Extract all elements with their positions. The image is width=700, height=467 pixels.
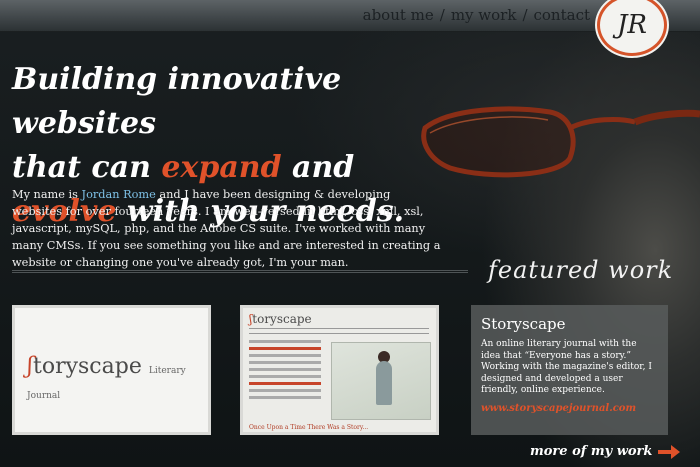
nav-my-work-link[interactable]: my work [451,6,517,24]
site-nav-bar [249,328,429,334]
storyscape-brand: ʃtoryscape Literary Journal [27,354,208,404]
project-title: Storyscape [481,315,566,333]
more-link-label: more of my work [530,444,653,459]
hero-line-1: Building innovative websites [12,62,342,141]
nav-contact-link[interactable]: contact [534,6,591,24]
project-info-panel: Storyscape An online literary journal wi… [471,305,668,435]
intro-name-link[interactable]: Jordan Rome [82,188,156,201]
project-description: An online literary journal with the idea… [481,339,652,395]
site-brand: ʃtoryscape [249,312,312,326]
storyscape-logo-thumbnail[interactable]: ʃtoryscape Literary Journal [12,305,211,435]
more-of-my-work-link[interactable]: more of my work [530,444,681,459]
intro-pre: My name is [12,188,82,201]
figure-body [376,361,392,405]
brand-text: toryscape [32,354,142,379]
site-contents-list [249,340,321,403]
nav-separator: / [439,6,445,24]
featured-work-heading: featured work [488,256,674,284]
hero-highlight-expand: expand [161,150,282,185]
site-caption: Once Upon a Time There Was a Story... [249,424,369,431]
site-illustration [331,342,431,420]
nav-about-me-link[interactable]: about me [363,6,434,24]
nav-links: about me / my work / contact [363,6,590,24]
storyscape-site-screenshot-thumbnail[interactable]: ʃtoryscape Once Upon a Time There Was a … [240,305,439,435]
logo-text: JR [617,10,647,40]
arrow-right-icon [658,444,681,459]
section-divider [12,270,468,273]
top-navigation-bar: about me / my work / contact [0,0,700,32]
nav-separator: / [522,6,528,24]
hero-line-2-pre: that can [12,150,162,185]
hero-line-2-post: and [281,150,355,185]
site-brand-text: toryscape [252,312,312,326]
intro-paragraph: My name is Jordan Rome and I have been d… [12,186,442,271]
project-url-link[interactable]: www.storyscapejournal.com [481,403,658,414]
